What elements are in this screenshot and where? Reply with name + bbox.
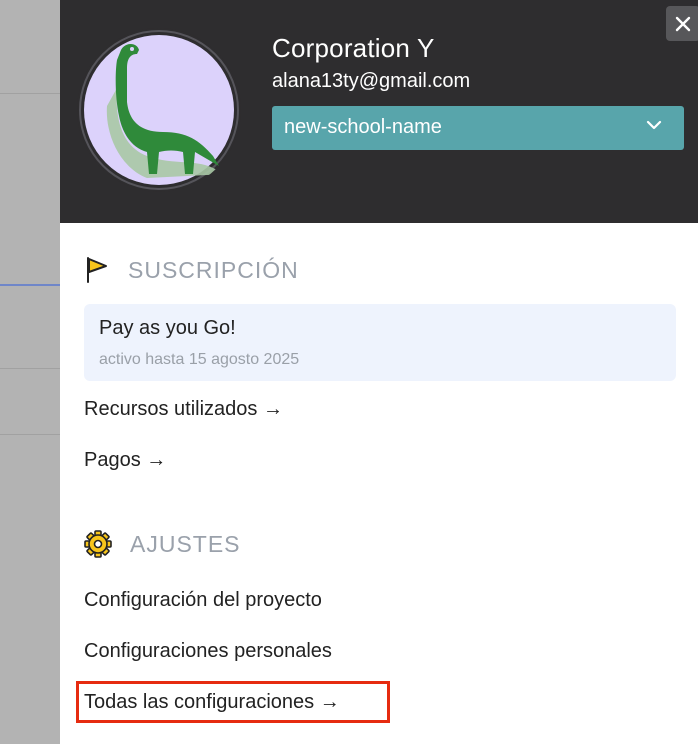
personal-settings-link[interactable]: Configuraciones personales [84, 640, 332, 663]
settings-section-header: AJUSTES [84, 530, 241, 558]
divider [0, 93, 60, 94]
gear-icon [84, 530, 112, 558]
plan-name: Pay as you Go! [99, 317, 236, 339]
highlight-box [76, 681, 390, 723]
dinosaur-avatar-icon [77, 28, 241, 192]
close-icon [675, 16, 691, 31]
school-select-value: new-school-name [284, 116, 442, 138]
project-settings-link[interactable]: Configuración del proyecto [84, 589, 322, 612]
divider [0, 434, 60, 435]
organization-name: Corporation Y [272, 33, 435, 63]
resources-used-link[interactable]: Recursos utilizados → [84, 398, 283, 421]
account-drawer: Corporation Y alana13ty@gmail.com new-sc… [60, 0, 698, 744]
avatar [77, 28, 241, 192]
drawer-header: Corporation Y alana13ty@gmail.com new-sc… [60, 0, 698, 223]
school-select[interactable]: new-school-name [272, 106, 684, 150]
subscription-title: SUSCRIPCIÓN [128, 256, 299, 283]
divider [0, 284, 60, 286]
user-email: alana13ty@gmail.com [272, 70, 471, 92]
divider [0, 368, 60, 369]
plan-active-until: activo hasta 15 agosto 2025 [99, 351, 300, 368]
chevron-down-icon [646, 120, 662, 130]
plan-card: Pay as you Go! activo hasta 15 agosto 20… [84, 304, 676, 381]
payments-link[interactable]: Pagos → [84, 449, 166, 472]
close-button[interactable] [666, 6, 698, 41]
flag-icon [87, 257, 107, 283]
subscription-section-header: SUSCRIPCIÓN [84, 255, 299, 285]
settings-title: AJUSTES [130, 530, 241, 557]
dimmed-background[interactable] [0, 0, 60, 744]
